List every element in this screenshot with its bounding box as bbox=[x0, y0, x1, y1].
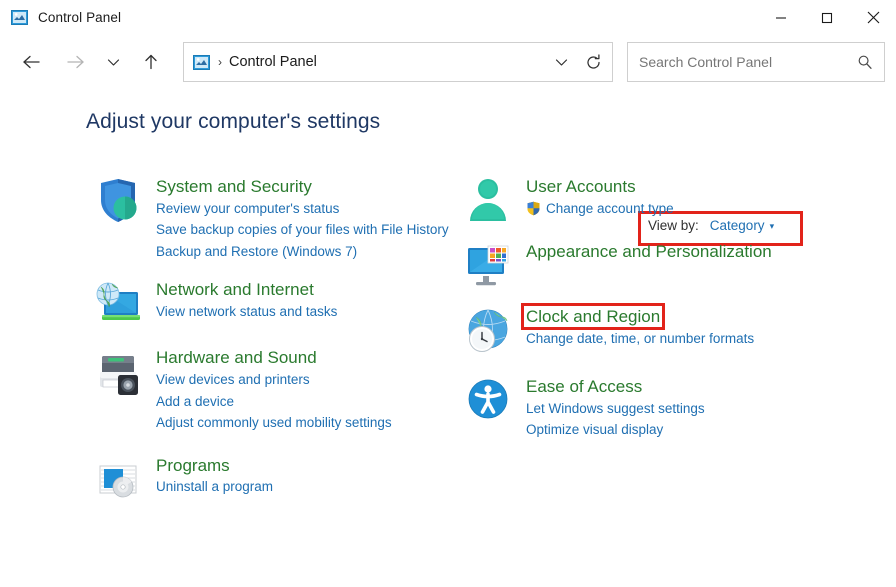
search-input[interactable] bbox=[639, 54, 852, 70]
category-body: Programs Uninstall a program bbox=[156, 454, 462, 498]
category-link[interactable]: Uninstall a program bbox=[156, 477, 462, 498]
category-link[interactable]: View devices and printers bbox=[156, 370, 462, 391]
category-columns: System and Security Review your computer… bbox=[0, 175, 896, 506]
category-body: Appearance and Personalization bbox=[526, 239, 822, 263]
page-title: Adjust your computer's settings bbox=[86, 110, 380, 134]
window-controls bbox=[758, 0, 896, 35]
category-programs[interactable]: Programs Uninstall a program bbox=[92, 454, 462, 506]
monitor-personalization-icon bbox=[462, 239, 514, 291]
category-body: Hardware and Sound View devices and prin… bbox=[156, 346, 462, 433]
category-link[interactable]: Optimize visual display bbox=[526, 420, 822, 441]
network-globe-monitor-icon bbox=[92, 278, 144, 330]
left-column: System and Security Review your computer… bbox=[92, 175, 462, 506]
category-body: Network and Internet View network status… bbox=[156, 278, 462, 322]
category-network-and-internet[interactable]: Network and Internet View network status… bbox=[92, 278, 462, 330]
category-title[interactable]: Hardware and Sound bbox=[156, 348, 317, 369]
maximize-icon[interactable] bbox=[804, 0, 850, 35]
printer-speaker-icon bbox=[92, 346, 144, 398]
control-panel-icon bbox=[193, 55, 210, 70]
category-link[interactable]: Add a device bbox=[156, 392, 462, 413]
category-body: Clock and Region Change date, time, or n… bbox=[526, 305, 822, 349]
category-link[interactable]: View network status and tasks bbox=[156, 302, 462, 323]
category-link[interactable]: Change date, time, or number formats bbox=[526, 329, 822, 350]
forward-arrow-icon[interactable] bbox=[58, 45, 92, 79]
category-ease-of-access[interactable]: Ease of Access Let Windows suggest setti… bbox=[462, 375, 822, 441]
up-arrow-icon[interactable] bbox=[134, 45, 168, 79]
title-bar: Control Panel bbox=[0, 0, 896, 35]
address-bar[interactable]: › Control Panel bbox=[183, 42, 613, 82]
uac-shield-icon bbox=[526, 201, 541, 216]
breadcrumb-separator: › bbox=[218, 56, 222, 68]
category-link[interactable]: Save backup copies of your files with Fi… bbox=[156, 220, 462, 241]
link-label: Change account type bbox=[546, 199, 674, 220]
shield-security-icon bbox=[92, 175, 144, 227]
category-link[interactable]: Backup and Restore (Windows 7) bbox=[156, 242, 462, 263]
category-clock-and-region[interactable]: Clock and Region Change date, time, or n… bbox=[462, 305, 822, 357]
category-link[interactable]: Adjust commonly used mobility settings bbox=[156, 413, 462, 434]
category-title[interactable]: Ease of Access bbox=[526, 377, 642, 398]
control-panel-icon bbox=[11, 10, 28, 25]
category-title[interactable]: System and Security bbox=[156, 177, 312, 198]
recent-locations-chevron-down-icon[interactable] bbox=[100, 45, 126, 79]
category-hardware-and-sound[interactable]: Hardware and Sound View devices and prin… bbox=[92, 346, 462, 433]
search-icon[interactable] bbox=[852, 47, 878, 77]
category-title[interactable]: Programs bbox=[156, 456, 230, 477]
address-dropdown-chevron-down-icon[interactable] bbox=[546, 44, 576, 80]
navigation-bar: › Control Panel bbox=[0, 35, 896, 89]
category-title-highlighted[interactable]: Clock and Region bbox=[526, 307, 660, 328]
search-box[interactable] bbox=[627, 42, 885, 82]
ease-of-access-icon bbox=[462, 375, 514, 427]
content-area: Adjust your computer's settings View by:… bbox=[0, 89, 896, 587]
category-link[interactable]: Let Windows suggest settings bbox=[526, 399, 822, 420]
user-account-icon bbox=[462, 175, 514, 227]
category-title[interactable]: User Accounts bbox=[526, 177, 636, 198]
refresh-icon[interactable] bbox=[576, 44, 610, 80]
category-title[interactable]: Appearance and Personalization bbox=[526, 241, 772, 263]
clock-globe-icon bbox=[462, 305, 514, 357]
category-appearance-and-personalization[interactable]: Appearance and Personalization bbox=[462, 239, 822, 291]
category-system-and-security[interactable]: System and Security Review your computer… bbox=[92, 175, 462, 262]
back-arrow-icon[interactable] bbox=[14, 45, 48, 79]
category-user-accounts[interactable]: User Accounts Change account type bbox=[462, 175, 822, 227]
category-title[interactable]: Network and Internet bbox=[156, 280, 314, 301]
category-body: System and Security Review your computer… bbox=[156, 175, 462, 262]
right-column: User Accounts Change account type bbox=[462, 175, 822, 506]
minimize-icon[interactable] bbox=[758, 0, 804, 35]
close-icon[interactable] bbox=[850, 0, 896, 35]
category-link-change-account-type[interactable]: Change account type bbox=[526, 199, 822, 220]
breadcrumb-control-panel[interactable]: Control Panel bbox=[229, 54, 546, 70]
category-body: User Accounts Change account type bbox=[526, 175, 822, 219]
window-title: Control Panel bbox=[38, 10, 121, 25]
program-disc-icon bbox=[92, 454, 144, 506]
category-body: Ease of Access Let Windows suggest setti… bbox=[526, 375, 822, 441]
category-link[interactable]: Review your computer's status bbox=[156, 199, 462, 220]
